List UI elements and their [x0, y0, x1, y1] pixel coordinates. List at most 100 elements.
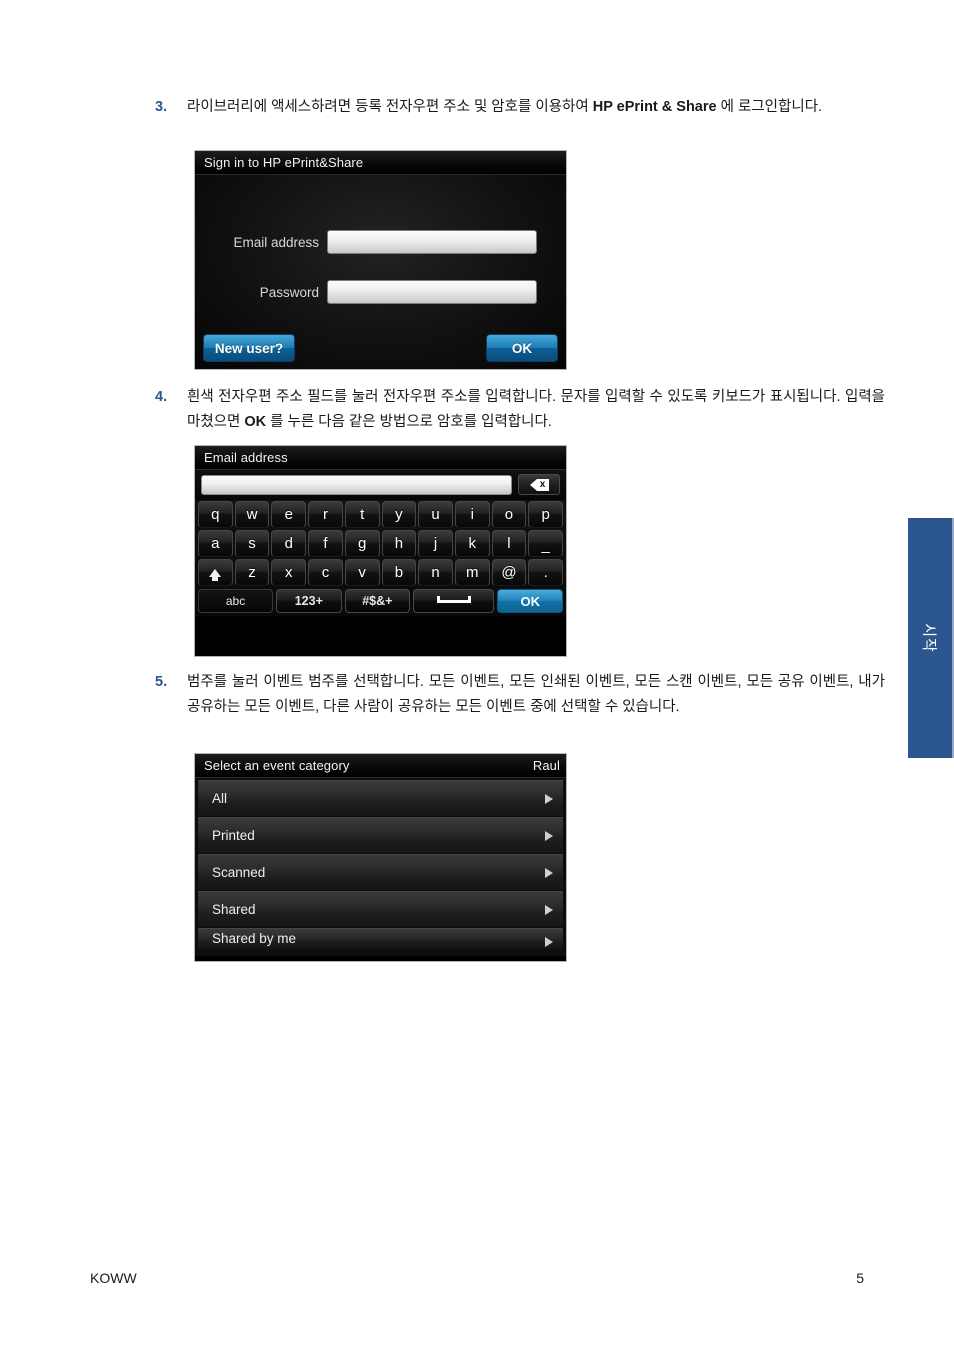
list-item-label: Printed: [212, 828, 255, 843]
keyboard-input-row: x: [195, 470, 566, 500]
footer-brand: KOWW: [90, 1270, 137, 1286]
key-e[interactable]: e: [271, 501, 307, 528]
key-y[interactable]: y: [381, 501, 417, 528]
list-item-label: Shared by me: [212, 931, 297, 946]
key-m[interactable]: m: [454, 559, 490, 586]
key-at[interactable]: @: [491, 559, 527, 586]
key-h[interactable]: h: [381, 530, 417, 557]
key-c[interactable]: c: [308, 559, 343, 586]
key-numbers-mode[interactable]: 123+: [276, 589, 342, 613]
step-4-number: 4.: [155, 389, 168, 405]
key-a[interactable]: a: [198, 530, 233, 557]
step-4-text-bold: OK: [244, 414, 267, 430]
list-item-label: Scanned: [212, 865, 266, 880]
step-3-text-bold: HP ePrint & Share: [592, 99, 717, 115]
shift-icon[interactable]: [198, 559, 233, 586]
signin-body: Email address Password New user? OK: [195, 175, 566, 369]
keyboard-title: Email address: [195, 446, 566, 470]
step-3-number: 3.: [155, 99, 168, 115]
chevron-right-icon: [545, 793, 553, 804]
step-5-number: 5.: [155, 674, 168, 690]
key-period[interactable]: .: [528, 559, 564, 586]
backspace-arrow-shape: [529, 478, 537, 491]
step-3: 3. 라이브러리에 액세스하려면 등록 전자우편 주소 및 암호를 이용하여 H…: [155, 95, 885, 120]
step-4: 4. 흰색 전자우편 주소 필드를 눌러 전자우편 주소를 입력합니다. 문자를…: [155, 385, 885, 435]
spacebar-icon: [436, 595, 471, 603]
key-s[interactable]: s: [234, 530, 270, 557]
key-z[interactable]: z: [234, 559, 270, 586]
event-category-title-text: Select an event category: [204, 758, 350, 773]
signin-ok-button[interactable]: OK: [486, 334, 558, 362]
email-field-row: Email address: [195, 230, 566, 254]
list-item-scanned[interactable]: Scanned: [198, 854, 563, 890]
key-p[interactable]: p: [528, 501, 564, 528]
key-l[interactable]: l: [491, 530, 527, 557]
key-b[interactable]: b: [381, 559, 417, 586]
list-item-shared[interactable]: Shared: [198, 891, 563, 927]
page-footer: KOWW 5: [90, 1270, 864, 1286]
key-i[interactable]: i: [454, 501, 490, 528]
password-input[interactable]: [327, 280, 537, 304]
key-r[interactable]: r: [308, 501, 343, 528]
step-3-text: 라이브러리에 액세스하려면 등록 전자우편 주소 및 암호를 이용하여 HP e…: [187, 95, 822, 120]
keyboard-screenshot: Email address x q w e r t y u i o p a s …: [194, 445, 567, 657]
password-label: Password: [259, 284, 319, 300]
key-q[interactable]: q: [198, 501, 233, 528]
key-t[interactable]: t: [344, 501, 380, 528]
key-x[interactable]: x: [271, 559, 307, 586]
backspace-icon[interactable]: x: [518, 474, 560, 495]
chevron-right-icon: [545, 830, 553, 841]
list-item-printed[interactable]: Printed: [198, 817, 563, 853]
key-g[interactable]: g: [344, 530, 380, 557]
key-u[interactable]: u: [418, 501, 453, 528]
key-v[interactable]: v: [344, 559, 380, 586]
email-input[interactable]: [327, 230, 537, 254]
key-w[interactable]: w: [234, 501, 270, 528]
keyboard-row-1: q w e r t y u i o p: [195, 500, 566, 529]
step-5-text: 범주를 눌러 이벤트 범주를 선택합니다. 모든 이벤트, 모든 인쇄된 이벤트…: [187, 670, 885, 720]
keyboard-row-3: z x c v b n m @ .: [195, 558, 566, 587]
keyboard-row-2: a s d f g h j k l _: [195, 529, 566, 558]
key-n[interactable]: n: [418, 559, 453, 586]
shift-arrow-shape: [209, 568, 222, 581]
new-user-button[interactable]: New user?: [203, 334, 295, 362]
key-abc-mode[interactable]: abc: [198, 589, 274, 613]
chevron-right-icon: [545, 867, 553, 878]
list-item-shared-by-me[interactable]: Shared by me: [198, 928, 563, 949]
event-category-list: All Printed Scanned Shared Shared by me: [195, 778, 566, 956]
signin-title: Sign in to HP ePrint&Share: [195, 151, 566, 175]
event-category-user: Raul: [532, 758, 560, 773]
signin-screenshot: Sign in to HP ePrint&Share Email address…: [194, 150, 567, 370]
list-item-all[interactable]: All: [198, 780, 563, 816]
keyboard-body: x q w e r t y u i o p a s d f g h j k l …: [195, 470, 566, 616]
page-root: 시작 3. 라이브러리에 액세스하려면 등록 전자우편 주소 및 암호를 이용하…: [0, 0, 954, 1350]
step-5-text-prefix: 범주를 눌러 이벤트 범주를 선택합니다. 모든 이벤트, 모든 인쇄된 이벤트…: [187, 674, 885, 715]
key-k[interactable]: k: [454, 530, 490, 557]
key-d[interactable]: d: [271, 530, 307, 557]
step-3-text-suffix: 에 로그인합니다.: [716, 99, 823, 115]
keyboard-text-input[interactable]: [201, 474, 512, 495]
email-label: Email address: [233, 234, 319, 250]
list-item-label: All: [212, 791, 228, 806]
chevron-right-icon: [545, 904, 553, 915]
key-f[interactable]: f: [308, 530, 343, 557]
step-4-text: 흰색 전자우편 주소 필드를 눌러 전자우편 주소를 입력합니다. 문자를 입력…: [187, 385, 885, 435]
footer-page-number: 5: [856, 1270, 864, 1286]
step-4-text-suffix: 를 누른 다음 같은 방법으로 암호를 입력합니다.: [266, 414, 552, 430]
backspace-x-label: x: [536, 478, 549, 491]
key-underscore[interactable]: _: [528, 530, 564, 557]
step-3-text-prefix: 라이브러리에 액세스하려면 등록 전자우편 주소 및 암호를 이용하여: [187, 99, 593, 115]
list-item-label: Shared: [212, 902, 256, 917]
keyboard-row-bottom: abc 123+ #$&+ OK: [195, 587, 566, 616]
side-tab-start: 시작: [908, 518, 954, 758]
key-o[interactable]: o: [491, 501, 527, 528]
event-category-screenshot: Select an event category Raul All Printe…: [194, 753, 567, 962]
keyboard-ok-button[interactable]: OK: [497, 589, 563, 613]
key-symbols-mode[interactable]: #$&+: [344, 589, 411, 613]
side-tab-label: 시작: [920, 623, 938, 653]
event-category-title: Select an event category Raul: [195, 754, 566, 778]
key-j[interactable]: j: [418, 530, 453, 557]
key-spacebar[interactable]: [413, 589, 495, 613]
password-field-row: Password: [195, 280, 566, 304]
chevron-right-icon: [545, 937, 553, 947]
